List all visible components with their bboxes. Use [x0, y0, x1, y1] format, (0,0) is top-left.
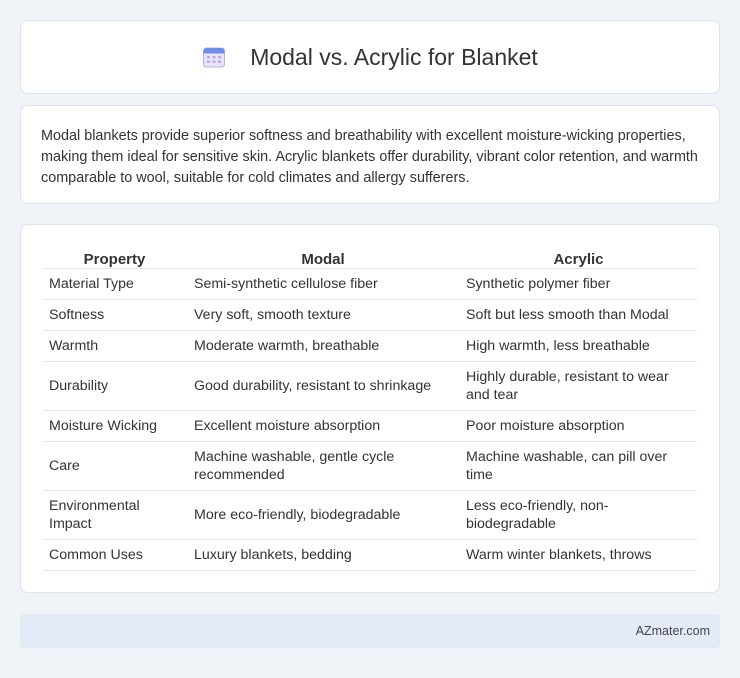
cell-modal: Semi-synthetic cellulose fiber [186, 269, 458, 300]
cell-acrylic: Highly durable, resistant to wear and te… [458, 362, 697, 411]
comparison-table-card: Property Modal Acrylic Material Type Sem… [20, 224, 720, 593]
table-row: Softness Very soft, smooth texture Soft … [43, 300, 697, 331]
cell-acrylic: High warmth, less breathable [458, 331, 697, 362]
table-row: Environmental Impact More eco-friendly, … [43, 491, 697, 540]
cell-acrylic: Synthetic polymer fiber [458, 269, 697, 300]
cell-property: Moisture Wicking [43, 411, 186, 442]
cell-property: Environmental Impact [43, 491, 186, 540]
page-title: Modal vs. Acrylic for Blanket [250, 43, 538, 70]
cell-modal: Luxury blankets, bedding [186, 540, 458, 571]
footer: AZmater.com [20, 614, 720, 648]
cell-modal: Machine washable, gentle cycle recommend… [186, 442, 458, 491]
cell-acrylic: Less eco-friendly, non-biodegradable [458, 491, 697, 540]
table-row: Warmth Moderate warmth, breathable High … [43, 331, 697, 362]
summary-card: Modal blankets provide superior softness… [20, 105, 720, 204]
cell-modal: Moderate warmth, breathable [186, 331, 458, 362]
cell-acrylic: Machine washable, can pill over time [458, 442, 697, 491]
cell-modal: Excellent moisture absorption [186, 411, 458, 442]
cell-property: Common Uses [43, 540, 186, 571]
footer-site-link[interactable]: AZmater.com [636, 624, 710, 638]
header-modal: Modal [186, 245, 458, 269]
cell-property: Durability [43, 362, 186, 411]
cell-modal: More eco-friendly, biodegradable [186, 491, 458, 540]
cell-property: Material Type [43, 269, 186, 300]
calendar-icon [203, 47, 226, 68]
header-property: Property [43, 245, 186, 269]
table-row: Common Uses Luxury blankets, bedding War… [43, 540, 697, 571]
cell-acrylic: Soft but less smooth than Modal [458, 300, 697, 331]
comparison-table: Property Modal Acrylic Material Type Sem… [43, 245, 697, 571]
title-wrap: Modal vs. Acrylic for Blanket [202, 44, 538, 71]
table-row: Material Type Semi-synthetic cellulose f… [43, 269, 697, 300]
cell-property: Softness [43, 300, 186, 331]
cell-property: Care [43, 442, 186, 491]
table-row: Care Machine washable, gentle cycle reco… [43, 442, 697, 491]
summary-text: Modal blankets provide superior softness… [41, 128, 698, 186]
cell-modal: Good durability, resistant to shrinkage [186, 362, 458, 411]
header-acrylic: Acrylic [458, 245, 697, 269]
cell-property: Warmth [43, 331, 186, 362]
cell-acrylic: Warm winter blankets, throws [458, 540, 697, 571]
table-row: Durability Good durability, resistant to… [43, 362, 697, 411]
cell-acrylic: Poor moisture absorption [458, 411, 697, 442]
title-card: Modal vs. Acrylic for Blanket [20, 20, 720, 94]
table-row: Moisture Wicking Excellent moisture abso… [43, 411, 697, 442]
table-header-row: Property Modal Acrylic [43, 245, 697, 269]
cell-modal: Very soft, smooth texture [186, 300, 458, 331]
